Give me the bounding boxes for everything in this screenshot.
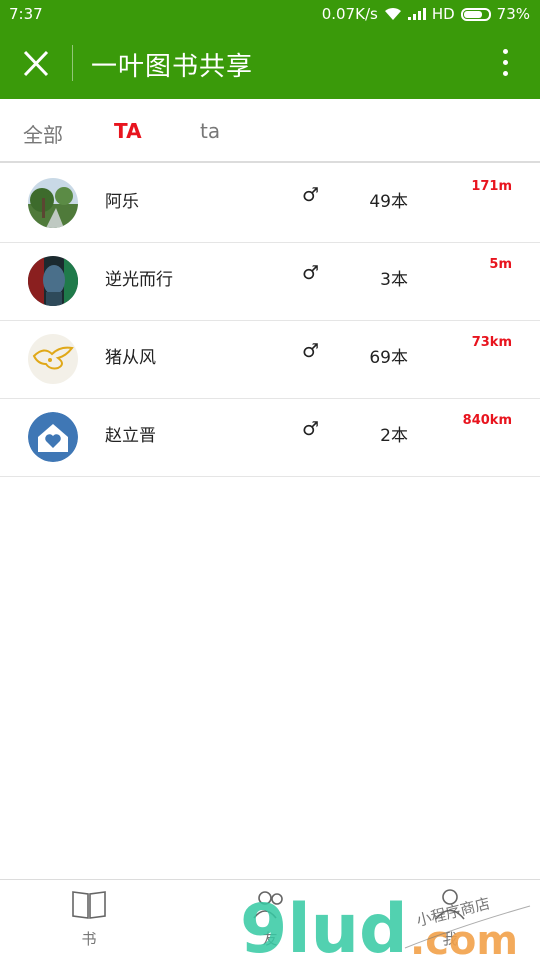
nav-me-label: 我 — [442, 930, 458, 948]
male-icon: ♂ — [302, 340, 320, 362]
distance: 73km — [471, 335, 512, 350]
header-divider — [72, 45, 73, 81]
status-time: 7:37 — [9, 5, 43, 23]
avatar — [28, 178, 78, 228]
person-icon — [435, 889, 465, 920]
nav-books[interactable]: 书 — [59, 888, 119, 949]
male-icon: ♂ — [302, 262, 320, 284]
list-item[interactable]: 逆光而行 ♂ 3本 5m — [0, 243, 540, 321]
tab-bar: 全部 TA ta — [0, 99, 540, 163]
battery-level: 73% — [496, 5, 530, 23]
user-name: 猪从风 — [105, 348, 156, 368]
battery-icon — [460, 7, 491, 21]
list-item[interactable]: 猪从风 ♂ 69本 73km — [0, 321, 540, 399]
distance: 840km — [462, 413, 512, 428]
close-button[interactable] — [18, 48, 54, 80]
book-icon — [72, 891, 106, 919]
tab-ta-lower[interactable]: ta — [200, 119, 220, 143]
user-name: 阿乐 — [105, 192, 139, 212]
status-right: 0.07K/s HD 73% — [322, 5, 530, 23]
bottom-nav: 书 友 我 — [0, 879, 540, 961]
nav-friends-label: 友 — [262, 930, 278, 948]
male-icon: ♂ — [302, 184, 320, 206]
male-icon: ♂ — [302, 418, 320, 440]
user-list: 阿乐 ♂ 49本 171m 逆光而行 ♂ 3本 5m 猪从风 ♂ 69本 73k… — [0, 165, 540, 477]
avatar — [28, 334, 78, 384]
close-icon — [23, 50, 49, 77]
wifi-icon — [384, 7, 401, 20]
nav-me[interactable]: 我 — [420, 888, 480, 949]
more-vertical-icon — [490, 49, 520, 76]
friends-icon — [253, 891, 283, 919]
book-count: 3本 — [380, 270, 408, 290]
more-menu-button[interactable] — [490, 46, 520, 82]
status-bar: 7:37 0.07K/s HD 73% — [0, 0, 540, 28]
book-count: 69本 — [369, 348, 408, 368]
user-name: 赵立晋 — [105, 426, 156, 446]
list-item[interactable]: 赵立晋 ♂ 2本 840km — [0, 399, 540, 477]
nav-books-label: 书 — [81, 930, 97, 948]
tab-ta-upper[interactable]: TA — [114, 119, 142, 143]
network-type: HD — [431, 5, 455, 23]
page-title: 一叶图书共享 — [91, 52, 254, 82]
network-speed: 0.07K/s — [321, 5, 378, 23]
avatar — [28, 256, 78, 306]
nav-friends[interactable]: 友 — [240, 888, 300, 949]
user-name: 逆光而行 — [105, 270, 173, 290]
list-item[interactable]: 阿乐 ♂ 49本 171m — [0, 165, 540, 243]
book-count: 49本 — [369, 192, 408, 212]
avatar — [28, 412, 78, 462]
distance: 5m — [489, 257, 512, 272]
app-header: 一叶图书共享 — [0, 28, 540, 99]
tab-all[interactable]: 全部 — [23, 119, 63, 148]
distance: 171m — [471, 179, 512, 194]
signal-icon — [407, 8, 426, 20]
book-count: 2本 — [380, 426, 408, 446]
